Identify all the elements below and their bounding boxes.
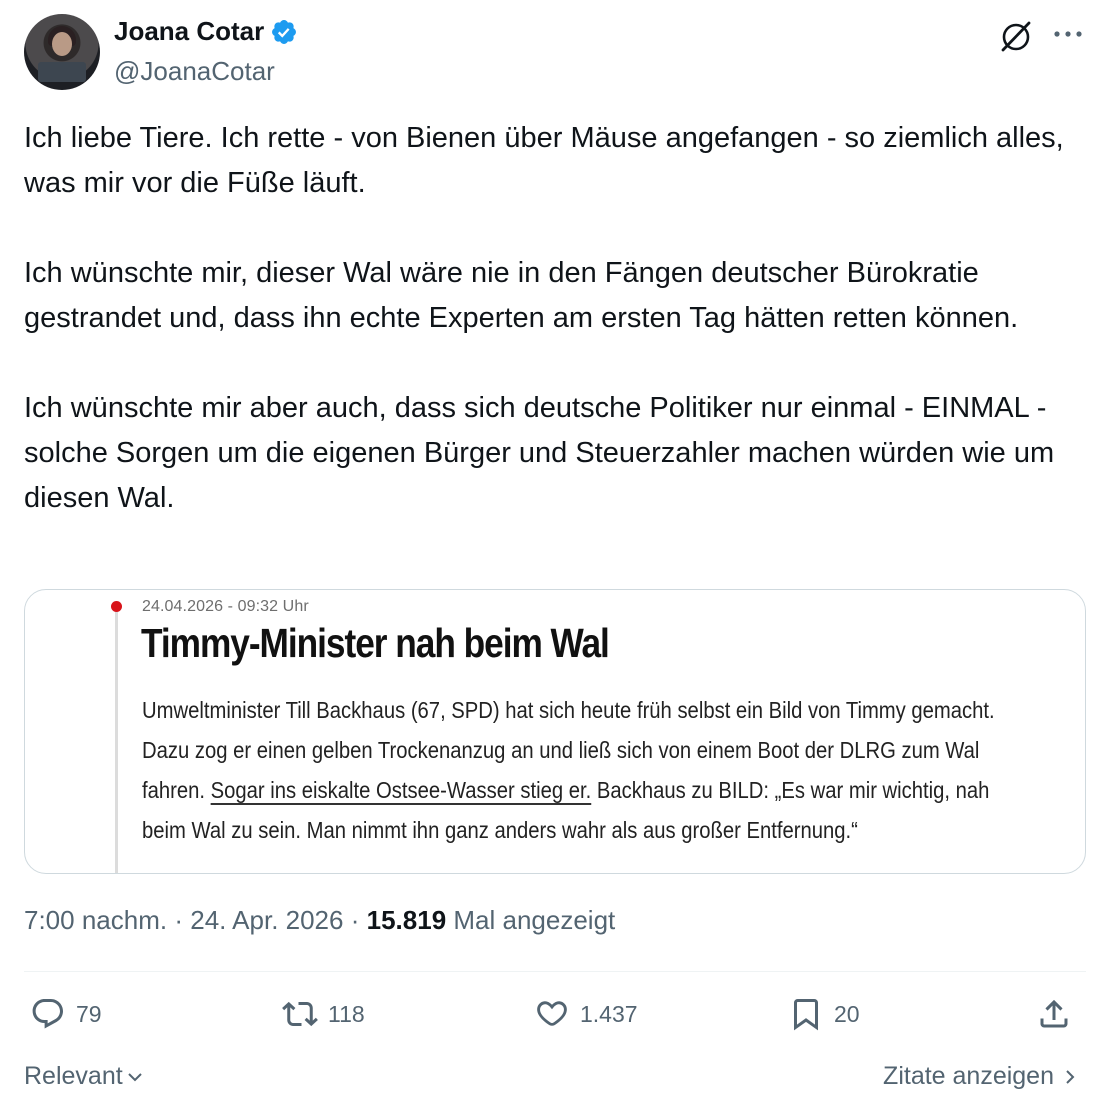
share-icon [1040, 999, 1068, 1028]
avatar-face [52, 32, 72, 56]
retweet-icon [282, 1001, 318, 1027]
author-handle[interactable]: @JoanaCotar [114, 56, 275, 87]
tweet-text: Ich liebe Tiere. Ich rette - von Bienen … [24, 116, 1084, 521]
like-button[interactable]: 1.437 [534, 996, 638, 1032]
author-display-name[interactable]: Joana Cotar [114, 16, 264, 47]
action-bar: 79 118 1.437 20 [24, 996, 1086, 1042]
chevron-down-icon [127, 1072, 142, 1081]
view-quotes-link[interactable]: Zitate anzeigen [883, 1062, 1080, 1091]
verified-badge-icon [272, 19, 297, 44]
views-count: 15.819 [366, 905, 447, 935]
article-timeline-line [115, 604, 118, 873]
tweet-paragraph: Ich wünschte mir, dieser Wal wäre nie in… [24, 257, 1019, 334]
tweet-meta: 7:00 nachm. · 24. Apr. 2026 · 15.819 Mal… [24, 905, 615, 936]
media-image[interactable]: 24.04.2026 - 09:32 Uhr Timmy-Minister na… [24, 589, 1086, 874]
sort-label: Relevant [24, 1062, 123, 1090]
chevron-right-icon [1066, 1069, 1075, 1084]
reply-button[interactable]: 79 [30, 996, 102, 1032]
article-date: 24.04.2026 - 09:32 Uhr [142, 598, 309, 615]
retweet-button[interactable]: 118 [282, 996, 365, 1032]
meta-separator: · [174, 905, 183, 935]
bookmark-count: 20 [834, 1000, 860, 1027]
like-count: 1.437 [580, 1000, 638, 1027]
tweet-time[interactable]: 7:00 nachm. [24, 905, 167, 935]
more-icon[interactable] [1052, 26, 1084, 42]
avatar[interactable] [24, 14, 100, 90]
grok-icon[interactable] [998, 18, 1034, 54]
article-body: Umweltminister Till Backhaus (67, SPD) h… [142, 690, 1004, 850]
share-button[interactable] [1036, 996, 1072, 1032]
tweet-paragraph: Ich liebe Tiere. Ich rette - von Bienen … [24, 122, 1064, 199]
tweet-paragraph: Ich wünschte mir aber auch, dass sich de… [24, 392, 1055, 514]
bookmark-button[interactable]: 20 [788, 996, 860, 1032]
retweet-count: 118 [328, 1000, 365, 1027]
tweet-date[interactable]: 24. Apr. 2026 [190, 905, 343, 935]
author-name-row[interactable]: Joana Cotar [114, 16, 298, 47]
bookmark-icon [794, 999, 818, 1031]
views-label: Mal angezeigt [453, 905, 616, 935]
divider [24, 971, 1086, 972]
meta-separator: · [350, 905, 360, 935]
reply-icon [32, 999, 63, 1029]
avatar-podium [38, 62, 86, 82]
heart-icon [537, 1001, 567, 1026]
article-timeline-dot [111, 601, 122, 612]
article-inline-link: Sogar ins eiskalte Ostsee-Wasser stieg e… [210, 777, 592, 803]
reply-count: 79 [76, 1000, 102, 1027]
view-quotes-label: Zitate anzeigen [883, 1062, 1054, 1090]
article-headline: Timmy-Minister nah beim Wal [141, 620, 610, 666]
sort-replies-dropdown[interactable]: Relevant [24, 1062, 145, 1091]
